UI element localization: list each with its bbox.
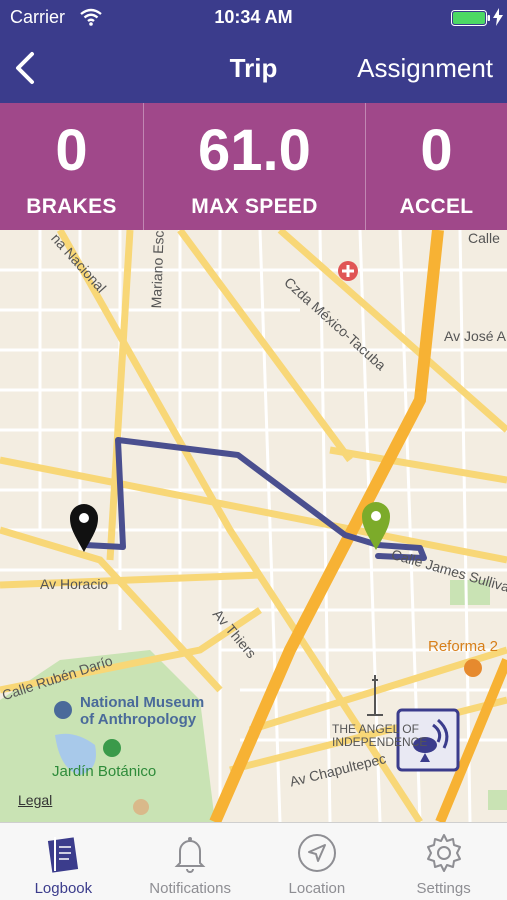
map-label: Av Horacio [40, 576, 109, 592]
location-arrow-icon [295, 831, 339, 875]
tab-notifications[interactable]: Notifications [127, 823, 254, 900]
map-label: THE ANGEL OF INDEPENDENCE [332, 722, 428, 749]
stat-label: BRAKES [26, 195, 117, 218]
assignment-button[interactable]: Assignment [357, 53, 493, 84]
stat-value: 61.0 [198, 118, 311, 183]
gear-icon [422, 831, 466, 875]
museum-icon [54, 701, 72, 719]
stat-accel: 0 ACCEL [366, 103, 507, 230]
map-label: Calle [468, 230, 500, 246]
map-label: Reforma 2 [428, 638, 499, 655]
tab-label: Logbook [34, 880, 93, 897]
tab-logbook[interactable]: Logbook [0, 823, 127, 900]
stat-max-speed: 61.0 MAX SPEED [144, 103, 366, 230]
stat-label: MAX SPEED [191, 195, 318, 218]
battery-icon [451, 10, 491, 26]
stat-value: 0 [420, 118, 453, 183]
tab-label: Settings [416, 880, 471, 897]
stat-value: 0 [55, 118, 88, 183]
charging-icon [493, 8, 503, 31]
back-button[interactable] [10, 50, 42, 86]
tab-settings[interactable]: Settings [380, 823, 507, 900]
map-label: Jardín Botánico [52, 763, 157, 780]
stat-label: ACCEL [399, 195, 474, 218]
legal-link[interactable]: Legal [18, 792, 52, 808]
status-time: 10:34 AM [214, 7, 293, 27]
park-corner [488, 790, 507, 810]
nav-bar: Trip Assignment [0, 36, 507, 103]
tab-label: Location [288, 880, 346, 897]
shopping-icon [464, 659, 482, 677]
map-label: National Museum of Anthropology [80, 694, 205, 728]
trip-map[interactable]: Calle Av José A na Nacional Czda México-… [0, 230, 507, 822]
bell-icon [168, 831, 212, 875]
status-bar: Carrier 10:34 AM [0, 0, 507, 36]
logbook-icon [41, 831, 85, 875]
map-label: Av José A [444, 328, 507, 344]
app-header: Carrier 10:34 AM Trip Assignment [0, 0, 507, 103]
garden-icon [103, 739, 121, 757]
tab-location[interactable]: Location [254, 823, 381, 900]
tab-bar: Logbook Notifications Location Settings [0, 822, 507, 900]
tab-label: Notifications [149, 880, 231, 897]
stat-brakes: 0 BRAKES [0, 103, 144, 230]
poi-icon [133, 799, 149, 815]
trip-stats: 0 BRAKES 61.0 MAX SPEED 0 ACCEL [0, 103, 507, 230]
map-canvas [0, 230, 507, 822]
